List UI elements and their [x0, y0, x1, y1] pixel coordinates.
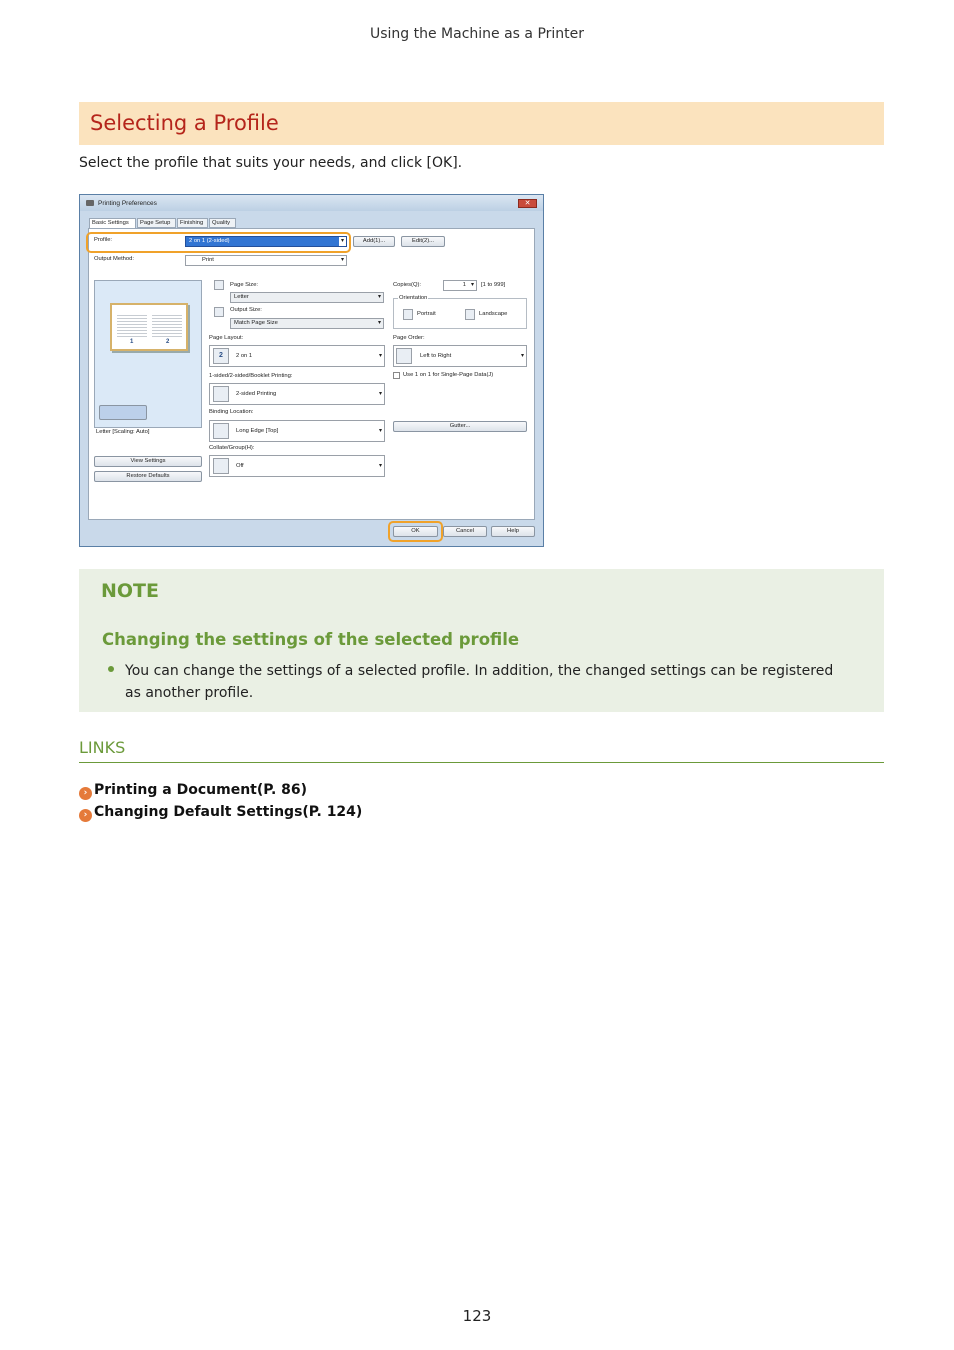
- preview-view-toggle-button[interactable]: [99, 405, 147, 420]
- help-button[interactable]: Help: [491, 526, 535, 537]
- output-size-icon: [214, 307, 224, 317]
- page-layout-icon: 2: [213, 348, 229, 364]
- section-title: Selecting a Profile: [90, 111, 279, 135]
- page-layout-dropdown[interactable]: 2 on 1: [209, 345, 385, 367]
- dialog-titlebar: Printing Preferences ✕: [80, 195, 543, 211]
- preview-page-number: 2: [166, 339, 170, 345]
- arrow-right-icon: ›: [79, 787, 92, 800]
- portrait-option[interactable]: Portrait: [417, 311, 436, 317]
- use-1on1-checkbox[interactable]: [393, 372, 400, 379]
- links-divider: [79, 762, 884, 763]
- page-order-icon: [396, 348, 412, 364]
- note-bullet-text: You can change the settings of a selecte…: [125, 663, 834, 701]
- bullet-icon: [108, 666, 114, 672]
- intro-text: Select the profile that suits your needs…: [79, 155, 463, 171]
- two-sided-icon: [213, 386, 229, 402]
- tab-page-setup[interactable]: Page Setup: [137, 218, 176, 228]
- output-size-label: Output Size:: [230, 307, 262, 313]
- profile-highlight: [86, 232, 351, 253]
- page-size-dropdown[interactable]: Letter: [230, 292, 384, 303]
- running-header: Using the Machine as a Printer: [369, 26, 585, 42]
- collate-icon: [213, 458, 229, 474]
- dialog-title: Printing Preferences: [98, 200, 157, 207]
- copies-range: [1 to 999]: [481, 282, 506, 288]
- page-order-dropdown[interactable]: Left to Right: [393, 345, 527, 367]
- print-preview: 1 2: [94, 280, 202, 428]
- use-1on1-label: Use 1 on 1 for Single-Page Data(J): [403, 372, 494, 378]
- cancel-button[interactable]: Cancel: [443, 526, 487, 537]
- preview-page: [152, 313, 182, 337]
- restore-defaults-button[interactable]: Restore Defaults: [94, 471, 202, 482]
- preview-page-number: 1: [130, 339, 134, 345]
- edit-profile-button[interactable]: Edit(2)...: [401, 236, 445, 247]
- output-method-dropdown[interactable]: Print: [185, 255, 347, 266]
- landscape-option[interactable]: Landscape: [479, 311, 507, 317]
- copies-label: Copies(Q):: [393, 282, 422, 288]
- page-order-label: Page Order:: [393, 335, 425, 341]
- orientation-label: Orientation: [398, 295, 429, 301]
- section-title-band: Selecting a Profile: [79, 102, 884, 145]
- preview-page: [117, 313, 147, 337]
- gutter-button[interactable]: Gutter...: [393, 421, 527, 432]
- binding-location-label: Binding Location:: [209, 409, 254, 415]
- arrow-right-icon: ›: [79, 809, 92, 822]
- printing-preferences-dialog: Printing Preferences ✕ Basic Settings Pa…: [79, 194, 544, 547]
- links-heading: LINKS: [79, 738, 126, 757]
- close-icon[interactable]: ✕: [518, 199, 537, 208]
- note-heading: NOTE: [101, 580, 159, 602]
- link-changing-default-settings[interactable]: › Changing Default Settings(P. 124): [79, 804, 362, 822]
- link-text[interactable]: Changing Default Settings(P. 124): [94, 804, 362, 820]
- page-size-icon: [214, 280, 224, 290]
- tab-finishing[interactable]: Finishing: [177, 218, 208, 228]
- collate-label: Collate/Group(H):: [209, 445, 255, 451]
- tab-quality[interactable]: Quality: [209, 218, 236, 228]
- portrait-icon: [403, 309, 413, 320]
- page-number: 123: [462, 1307, 492, 1325]
- page-layout-label: Page Layout:: [209, 335, 244, 341]
- binding-location-dropdown[interactable]: Long Edge [Top]: [209, 420, 385, 442]
- page-size-label: Page Size:: [230, 282, 259, 288]
- collate-dropdown[interactable]: Off: [209, 455, 385, 477]
- add-profile-button[interactable]: Add(1)...: [353, 236, 395, 247]
- copies-spinner[interactable]: 1: [443, 280, 477, 291]
- output-method-label: Output Method:: [94, 256, 134, 262]
- link-printing-a-document[interactable]: › Printing a Document(P. 86): [79, 782, 307, 800]
- note-subheading: Changing the settings of the selected pr…: [102, 630, 520, 649]
- printer-icon: [86, 200, 94, 206]
- print-mode-label: 1-sided/2-sided/Booklet Printing:: [209, 373, 293, 379]
- link-text[interactable]: Printing a Document(P. 86): [94, 782, 307, 798]
- view-settings-button[interactable]: View Settings: [94, 456, 202, 467]
- ok-highlight: [388, 521, 443, 542]
- output-size-dropdown[interactable]: Match Page Size: [230, 318, 384, 329]
- landscape-icon: [465, 309, 475, 320]
- preview-sheet: 1 2: [110, 303, 188, 351]
- binding-icon: [213, 423, 229, 439]
- preview-caption: Letter [Scaling: Auto]: [96, 429, 150, 435]
- print-mode-dropdown[interactable]: 2-sided Printing: [209, 383, 385, 405]
